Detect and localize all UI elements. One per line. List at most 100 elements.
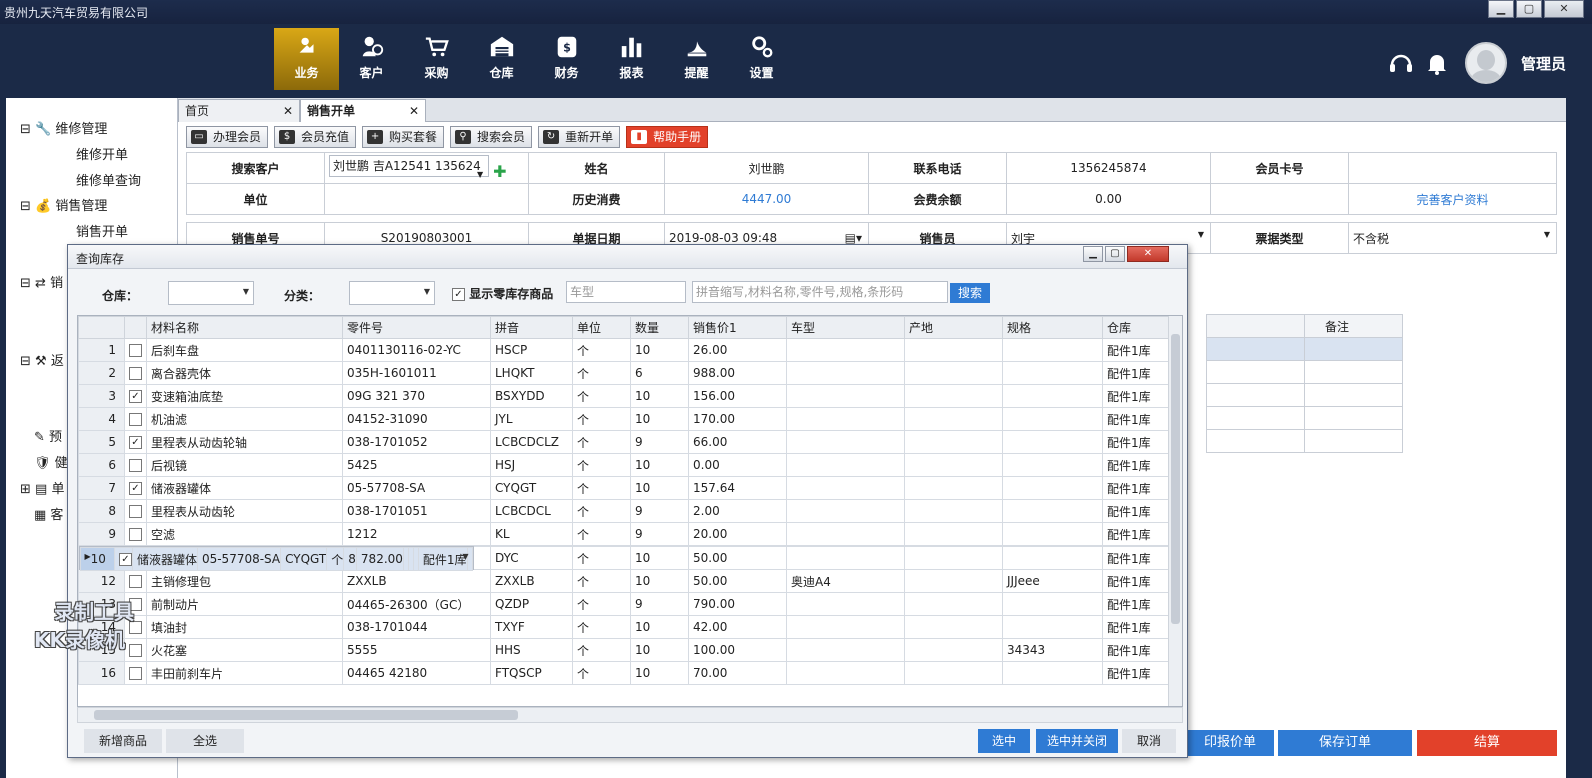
settle-button[interactable]: 结算 [1417, 730, 1557, 756]
category-select[interactable] [349, 281, 435, 305]
ticket-type-select[interactable]: 不含税 ▼ [1348, 222, 1557, 254]
sidebar-item-repair-order[interactable]: 维修开单 [76, 144, 128, 163]
tab-sales-order[interactable]: 销售开单 ✕ [300, 99, 426, 122]
table-row[interactable]: 15 火花塞 5555 HHS 个 10 100.00 34343 配件1库 [78, 638, 1176, 662]
table-row[interactable]: 7 ✓ 储液器罐体 05-57708-SA CYQGT 个 10 157.64 配件1库 [78, 476, 1176, 500]
checkbox-icon[interactable]: ✓ [452, 288, 465, 301]
search-button[interactable]: 搜索 [950, 283, 990, 303]
table-row[interactable]: 14 填油封 038-1701044 TXYF 个 10 42.00 配件1库 [78, 615, 1176, 639]
nav-item-5[interactable]: $ 财务 [534, 28, 599, 90]
column-header[interactable]: 产地 [904, 316, 1003, 339]
nav-item-4[interactable]: 仓库 [469, 28, 534, 90]
sidebar-group-3[interactable]: ⊟ ⇄ 销 [20, 272, 63, 291]
row-checkbox[interactable] [124, 338, 147, 362]
complete-profile-link[interactable]: 完善客户资料 [1348, 183, 1557, 215]
table-row[interactable]: ▶ 10 ✓ 储液器罐体 05-57708-SA CYQGT 个 8 782.00 配件1库 [78, 546, 474, 571]
sidebar-item-sales-order[interactable]: 销售开单 [76, 221, 128, 240]
print-quote-button[interactable]: 印报价单 [1186, 730, 1274, 756]
buy-package-button[interactable]: + 购买套餐 [362, 126, 445, 148]
avatar[interactable] [1464, 42, 1507, 84]
table-row[interactable]: 12 主销修理包 ZXXLB ZXXLB 个 10 50.00 奥迪A4 JJJeee 配件1库 [78, 569, 1176, 593]
show-zero-stock-checkbox[interactable]: ✓ 显示零库存商品 [452, 285, 553, 302]
nav-item-2[interactable]: 客户 [339, 28, 404, 90]
sidebar-group-4[interactable]: ⊟ ⚒ 返 [20, 350, 64, 369]
table-row[interactable]: 8 里程表从动齿轮 038-1701051 LCBCDCL 个 9 2.00 配件1库 [78, 499, 1176, 523]
history-amount-link[interactable]: 4447.00 [664, 183, 869, 215]
customer-select[interactable]: 刘世鹏 吉A12541 135624▼ ✚ [324, 152, 529, 184]
close-tab-icon[interactable]: ✕ [283, 100, 293, 122]
table-row[interactable]: 5 ✓ 里程表从动齿轮轴 038-1701052 LCBCDCLZ 个 9 66.00 配件1库 [78, 430, 1176, 454]
sidebar-item-repair-query[interactable]: 维修单查询 [76, 170, 141, 189]
user-name[interactable]: 管理员 [1521, 53, 1566, 74]
row-checkbox[interactable] [124, 361, 147, 385]
table-row[interactable]: 16 丰田前刹车片 04465 42180 FTQSCP 个 10 70.00 配件1库 [78, 661, 1176, 685]
nav-item-3[interactable]: 采购 [404, 28, 469, 90]
close-window-button[interactable]: ✕ [1544, 0, 1584, 18]
column-header[interactable]: 车型 [786, 316, 905, 339]
row-checkbox[interactable]: ✓ [124, 430, 147, 454]
register-member-button[interactable]: ▭ 办理会员 [186, 126, 269, 148]
sidebar-group-6[interactable]: 🛡 健 [34, 452, 68, 471]
table-row[interactable]: 6 后视镜 5425 HSJ 个 10 0.00 配件1库 [78, 453, 1176, 477]
dialog-maximize-button[interactable]: ▢ [1105, 246, 1125, 262]
column-header[interactable]: 单位 [572, 316, 631, 339]
nav-item-1[interactable]: 业务 [274, 28, 339, 90]
column-header[interactable]: 仓库 [1102, 316, 1171, 339]
table-row[interactable]: 4 机油滤 04152-31090 JYL 个 10 170.00 配件1库 [78, 407, 1176, 431]
select-button[interactable]: 选中 [978, 729, 1030, 753]
row-checkbox[interactable] [124, 522, 147, 546]
nav-item-8[interactable]: 设置 [729, 28, 794, 90]
sidebar-group-5[interactable]: ✎ 预 [34, 426, 62, 445]
reopen-order-button[interactable]: ↻ 重新开单 [538, 126, 621, 148]
column-header[interactable]: 拼音 [490, 316, 573, 339]
add-customer-icon[interactable]: ✚ [493, 162, 506, 181]
column-header[interactable]: 数量 [630, 316, 689, 339]
sidebar-group-sales[interactable]: ⊟ 💰 销售管理 [20, 195, 107, 214]
select-all-button[interactable]: 全选 [166, 729, 244, 753]
row-checkbox[interactable]: ✓ [124, 384, 147, 408]
save-order-button[interactable]: 保存订单 [1278, 730, 1412, 756]
maximize-button[interactable]: ▢ [1516, 0, 1542, 18]
nav-item-7[interactable]: 提醒 [664, 28, 729, 90]
add-product-button[interactable]: 新增商品 [84, 729, 162, 753]
row-checkbox[interactable]: ✓ [124, 476, 147, 500]
row-checkbox[interactable] [124, 569, 147, 593]
calendar-icon[interactable]: ▤▾ [845, 231, 862, 245]
warehouse-select[interactable] [168, 281, 254, 305]
column-header[interactable]: 零件号 [342, 316, 491, 339]
horizontal-scrollbar[interactable] [77, 707, 1183, 723]
table-row[interactable]: 1 后刹车盘 0401130116-02-YC HSCP 个 10 26.00 配件1库 [78, 338, 1176, 362]
column-header[interactable]: 材料名称 [146, 316, 343, 339]
column-header[interactable]: 销售价1 [688, 316, 787, 339]
search-member-button[interactable]: ⚲ 搜索会员 [450, 126, 533, 148]
help-manual-button[interactable]: ▮ 帮助手册 [626, 126, 709, 148]
keyword-input[interactable]: 拼音缩写,材料名称,零件号,规格,条形码 [692, 281, 948, 303]
car-model-input[interactable]: 车型 [566, 281, 686, 303]
row-checkbox[interactable]: ✓ [113, 547, 133, 571]
close-tab-icon[interactable]: ✕ [409, 100, 419, 122]
member-recharge-button[interactable]: $ 会员充值 [274, 126, 357, 148]
vertical-scrollbar[interactable] [1168, 316, 1182, 706]
nav-item-6[interactable]: 报表 [599, 28, 664, 90]
table-row[interactable]: 9 空滤 1212 KL 个 9 20.00 配件1库 [78, 522, 1176, 546]
row-checkbox[interactable] [124, 499, 147, 523]
column-header[interactable]: 规格 [1002, 316, 1103, 339]
cancel-button[interactable]: 取消 [1122, 729, 1176, 753]
tab-home[interactable]: 首页 ✕ [178, 99, 300, 122]
select-and-close-button[interactable]: 选中并关闭 [1036, 729, 1118, 753]
row-checkbox[interactable] [124, 407, 147, 431]
table-row[interactable]: 2 离合器壳体 035H-1601011 LHQKT 个 6 988.00 配件1库 [78, 361, 1176, 385]
row-checkbox[interactable] [124, 661, 147, 685]
table-row[interactable]: 13 前制动片 04465-26300（GC） QZDP 个 9 790.00 配件1库 [78, 592, 1176, 616]
dialog-minimize-button[interactable]: ▁ [1083, 246, 1103, 262]
row-checkbox[interactable] [124, 453, 147, 477]
sidebar-group-repair[interactable]: ⊟ 🔧 维修管理 [20, 118, 107, 137]
sidebar-group-7[interactable]: ⊞ ▤ 单 [20, 478, 64, 497]
row-checkbox[interactable] [124, 638, 147, 662]
sidebar-group-8[interactable]: ▦ 客 [34, 504, 63, 523]
bell-icon[interactable] [1423, 49, 1451, 77]
headset-icon[interactable] [1387, 49, 1415, 77]
minimize-button[interactable]: ▁ [1488, 0, 1514, 18]
table-row[interactable]: 3 ✓ 变速箱油底垫 09G 321 370 BSXYDD 个 10 156.00 配件1库 [78, 384, 1176, 408]
dialog-close-button[interactable]: ✕ [1127, 246, 1169, 262]
